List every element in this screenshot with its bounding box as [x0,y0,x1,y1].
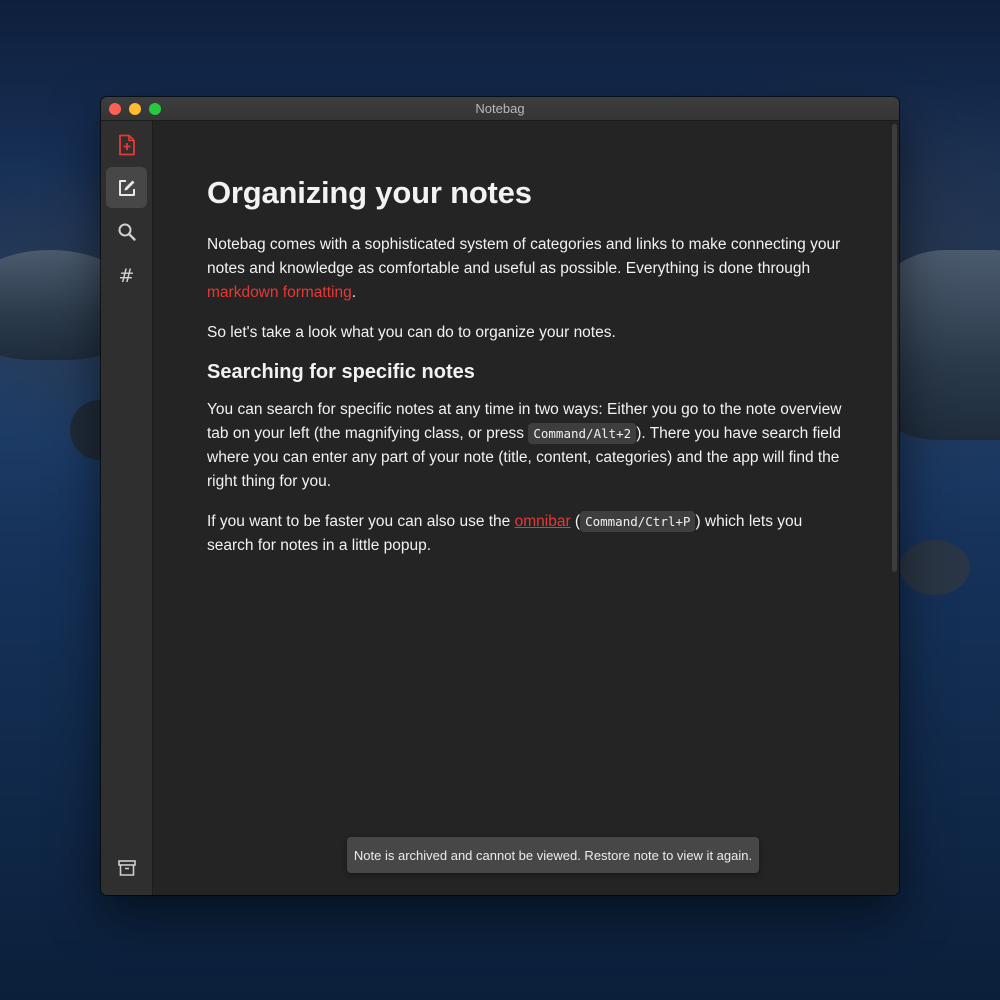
archive-button[interactable] [106,847,147,888]
markdown-formatting-link[interactable]: markdown formatting [207,284,352,301]
hash-icon: # [118,264,135,287]
scrollbar[interactable] [892,124,897,572]
search-button[interactable] [106,211,147,252]
app-window: Notebag # Organizing your notes Notebag … [101,97,899,895]
archived-note-toast: Note is archived and cannot be viewed. R… [347,837,759,873]
window-controls [109,103,161,115]
search-icon [118,223,136,241]
zoom-window-button[interactable] [149,103,161,115]
new-note-button[interactable] [106,124,147,165]
file-plus-icon [118,134,135,155]
shortcut-code: Command/Ctrl+P [580,511,696,532]
note-article: Organizing your notes Notebag comes with… [207,175,847,574]
paragraph-text: Notebag comes with a sophisticated syste… [207,236,841,277]
background-rock [900,540,970,595]
paragraph-text: ( [570,513,581,530]
omnibar-link[interactable]: omnibar [515,513,571,530]
sidebar: # [101,121,153,895]
note-title: Organizing your notes [207,175,532,210]
paragraph-text: If you want to be faster you can also us… [207,513,515,530]
shortcut-code: Command/Alt+2 [528,423,637,444]
minimize-window-button[interactable] [129,103,141,115]
paragraph: You can search for specific notes at any… [207,398,847,494]
editor-button[interactable] [106,167,147,208]
note-content-area[interactable]: Organizing your notes Notebag comes with… [154,121,899,895]
paragraph: Notebag comes with a sophisticated syste… [207,233,847,305]
title-bar[interactable]: Notebag [101,97,899,121]
close-window-button[interactable] [109,103,121,115]
paragraph: If you want to be faster you can also us… [207,510,847,558]
paragraph-text: . [351,284,357,301]
paragraph: So let's take a look what you can do to … [207,324,616,341]
section-heading: Searching for specific notes [207,361,475,383]
categories-button[interactable]: # [106,255,147,296]
archive-box-icon [117,859,136,876]
window-title: Notebag [475,101,525,116]
edit-icon [118,179,135,196]
